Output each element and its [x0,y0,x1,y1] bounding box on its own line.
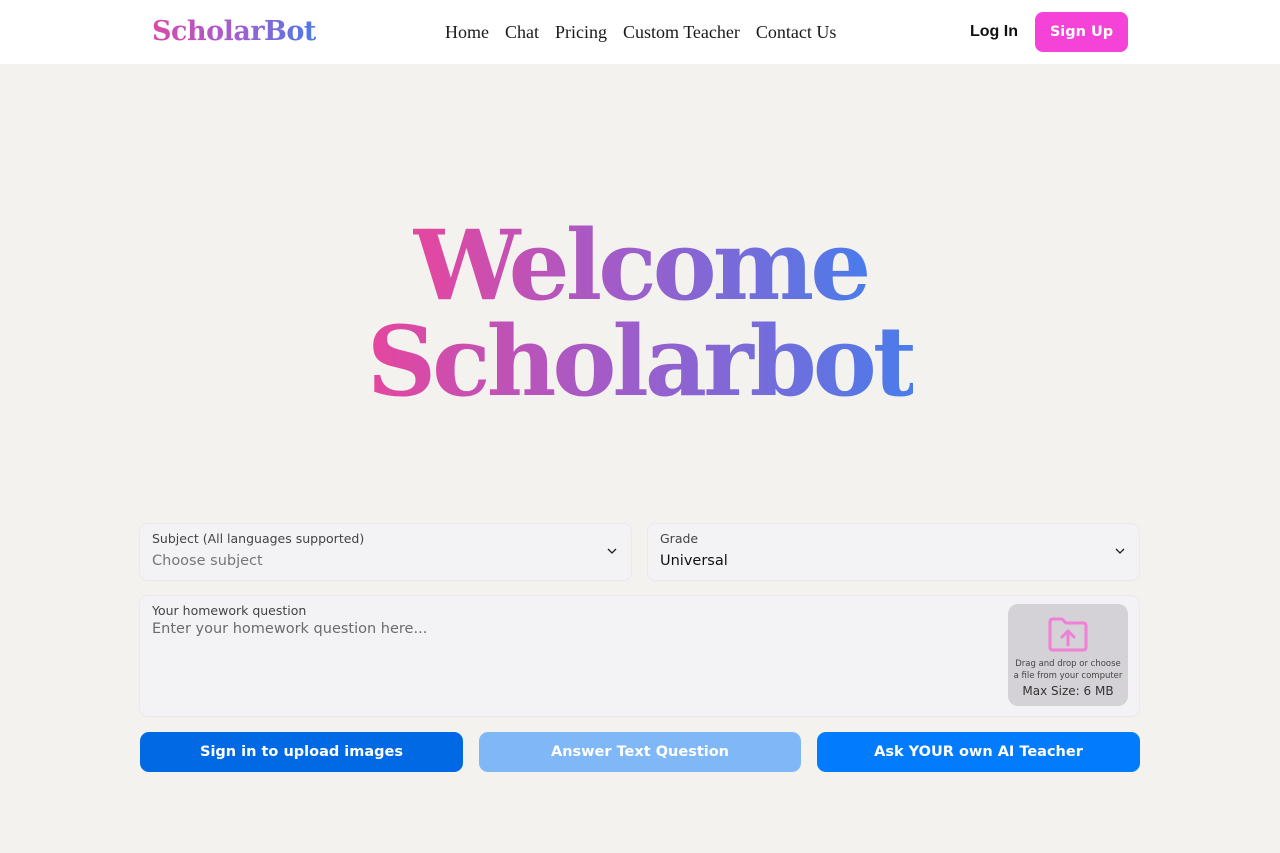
folder-upload-icon [1048,617,1088,652]
nav-links: Home Chat Pricing Custom Teacher Contact… [445,20,836,44]
subject-select[interactable]: Subject (All languages supported) Choose… [140,524,631,580]
nav-link-custom-teacher[interactable]: Custom Teacher [623,20,740,44]
ask-ai-teacher-button[interactable]: Ask YOUR own AI Teacher [817,732,1140,772]
logo[interactable]: ScholarBot [152,14,316,50]
answer-text-question-button[interactable]: Answer Text Question [479,732,801,772]
grade-label: Grade [660,531,699,546]
homework-question-field: Your homework question Enter your homewo… [140,596,1139,716]
file-upload-dropzone[interactable]: Drag and drop or choose a file from your… [1008,604,1128,706]
hero-line-2: Scholarbot [366,305,917,418]
subject-label: Subject (All languages supported) [152,531,365,546]
nav-link-pricing[interactable]: Pricing [555,20,607,44]
navbar: ScholarBot Home Chat Pricing Custom Teac… [0,0,1280,64]
signup-button[interactable]: Sign Up [1035,12,1128,52]
nav-link-home[interactable]: Home [445,20,489,44]
nav-link-chat[interactable]: Chat [505,20,539,44]
question-input[interactable]: Enter your homework question here... [152,621,427,637]
hero-title: Welcome Scholarbot [0,218,1280,410]
chevron-down-icon [607,548,617,554]
subject-value: Choose subject [152,553,263,569]
nav-link-contact-us[interactable]: Contact Us [756,20,837,44]
grade-select[interactable]: Grade Universal [648,524,1139,580]
upload-max-size: Max Size: 6 MB [1022,684,1114,698]
question-label: Your homework question [152,603,307,618]
upload-instructions: Drag and drop or choose a file from your… [1013,659,1123,681]
chevron-down-icon [1115,548,1125,554]
grade-value: Universal [660,553,728,569]
hero-line-1: Welcome [412,209,872,322]
login-link[interactable]: Log In [970,22,1018,42]
sign-in-upload-images-button[interactable]: Sign in to upload images [140,732,463,772]
